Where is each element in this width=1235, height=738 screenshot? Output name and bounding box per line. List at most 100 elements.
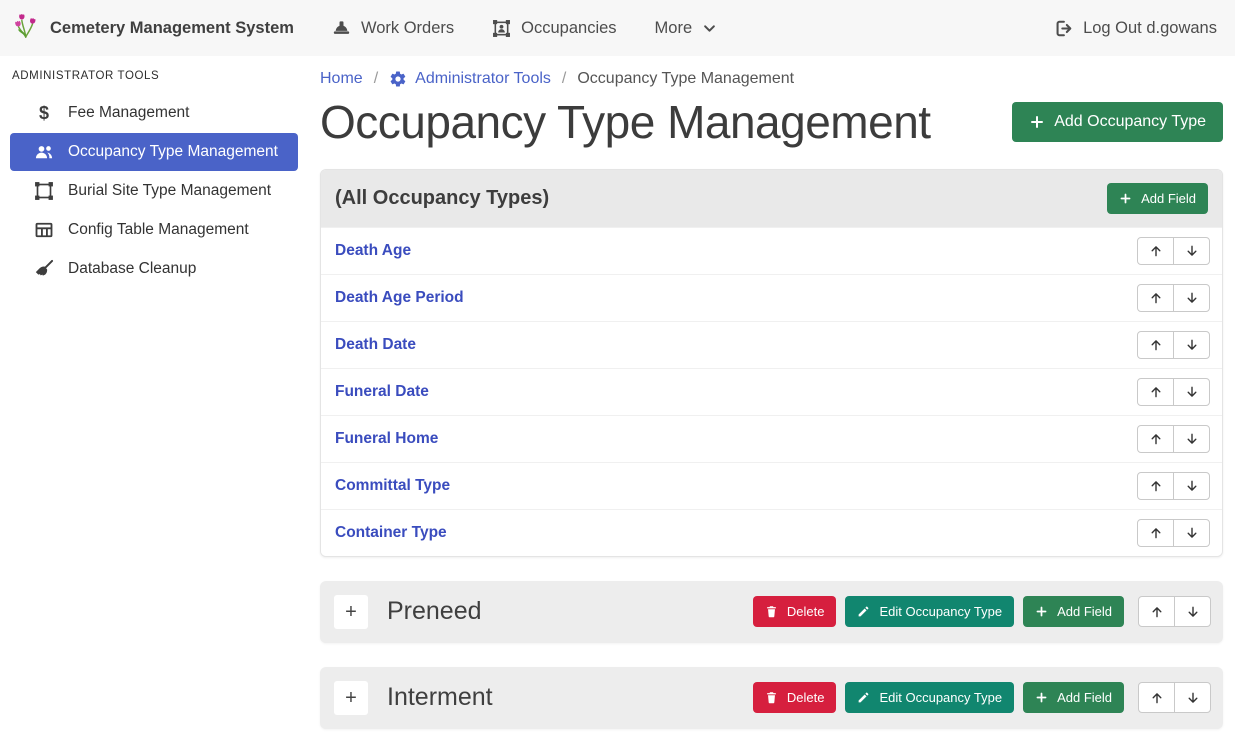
- sidebar-item-label: Fee Management: [68, 104, 190, 122]
- move-down-button[interactable]: [1173, 284, 1210, 312]
- nav-more[interactable]: More: [655, 19, 718, 38]
- expand-button[interactable]: +: [334, 681, 368, 715]
- page-title: Occupancy Type Management: [320, 97, 931, 148]
- sidebar-item-database-cleanup[interactable]: Database Cleanup: [10, 250, 298, 288]
- add-field-label: Add Field: [1057, 690, 1112, 705]
- move-up-button[interactable]: [1137, 331, 1174, 359]
- move-down-button[interactable]: [1173, 378, 1210, 406]
- move-down-button[interactable]: [1173, 237, 1210, 265]
- move-down-button[interactable]: [1173, 425, 1210, 453]
- move-up-button[interactable]: [1137, 378, 1174, 406]
- nav-occupancies[interactable]: Occupancies: [492, 19, 616, 38]
- broom-icon: [33, 259, 55, 279]
- reorder-controls: [1137, 331, 1210, 359]
- move-down-button[interactable]: [1174, 682, 1211, 713]
- occupancy-type-section-preneed: + Preneed Delete Edit Occupancy Type Add…: [320, 581, 1223, 643]
- reorder-controls: [1138, 682, 1211, 713]
- all-occupancy-types-card: (All Occupancy Types) Add Field Death Ag…: [320, 169, 1223, 557]
- reorder-controls: [1137, 472, 1210, 500]
- plot-frame-icon: [492, 19, 511, 38]
- delete-button[interactable]: Delete: [753, 682, 837, 713]
- edit-occupancy-type-button[interactable]: Edit Occupancy Type: [845, 596, 1014, 627]
- edit-occupancy-type-label: Edit Occupancy Type: [879, 604, 1002, 619]
- move-up-button[interactable]: [1137, 237, 1174, 265]
- delete-button[interactable]: Delete: [753, 596, 837, 627]
- field-row: Death Age Period: [321, 274, 1222, 321]
- brand[interactable]: Cemetery Management System: [14, 11, 294, 46]
- sidebar-item-config-table-management[interactable]: Config Table Management: [10, 211, 298, 249]
- breadcrumb-separator: /: [374, 70, 378, 88]
- plus-icon: [1029, 114, 1045, 130]
- sidebar-item-fee-management[interactable]: $ Fee Management: [10, 94, 298, 132]
- move-up-button[interactable]: [1138, 682, 1175, 713]
- field-link-funeral-date[interactable]: Funeral Date: [335, 383, 429, 401]
- move-up-button[interactable]: [1138, 596, 1175, 627]
- breadcrumb-current: Occupancy Type Management: [577, 70, 794, 88]
- reorder-controls: [1137, 237, 1210, 265]
- move-down-button[interactable]: [1173, 472, 1210, 500]
- nav-work-orders[interactable]: Work Orders: [332, 19, 454, 38]
- sidebar-item-label: Occupancy Type Management: [68, 143, 278, 161]
- field-link-container-type[interactable]: Container Type: [335, 524, 447, 542]
- add-field-label: Add Field: [1141, 191, 1196, 206]
- gear-icon: [389, 70, 407, 88]
- app-title: Cemetery Management System: [50, 19, 294, 38]
- plus-icon: [1035, 691, 1048, 704]
- trash-icon: [765, 691, 778, 704]
- field-row: Funeral Home: [321, 415, 1222, 462]
- field-row: Container Type: [321, 509, 1222, 556]
- reorder-controls: [1138, 596, 1211, 627]
- reorder-controls: [1137, 519, 1210, 547]
- reorder-controls: [1137, 284, 1210, 312]
- move-down-button[interactable]: [1173, 331, 1210, 359]
- add-field-label: Add Field: [1057, 604, 1112, 619]
- breadcrumb: Home / Administrator Tools / Occupancy T…: [320, 70, 1223, 88]
- breadcrumb-home-link[interactable]: Home: [320, 70, 363, 88]
- move-down-button[interactable]: [1173, 519, 1210, 547]
- top-navbar: Cemetery Management System Work Orders O…: [0, 0, 1235, 56]
- add-occupancy-type-button[interactable]: Add Occupancy Type: [1012, 102, 1223, 142]
- breadcrumb-separator: /: [562, 70, 566, 88]
- table-icon: [33, 220, 55, 240]
- field-link-funeral-home[interactable]: Funeral Home: [335, 430, 438, 448]
- sidebar-item-label: Database Cleanup: [68, 260, 196, 278]
- sidebar-item-burial-site-type-management[interactable]: Burial Site Type Management: [10, 172, 298, 210]
- all-occupancy-types-header: (All Occupancy Types) Add Field: [321, 170, 1222, 227]
- delete-label: Delete: [787, 690, 825, 705]
- sidebar-item-occupancy-type-management[interactable]: Occupancy Type Management: [10, 133, 298, 171]
- breadcrumb-admin-tools-label: Administrator Tools: [415, 70, 551, 88]
- field-link-committal-type[interactable]: Committal Type: [335, 477, 450, 495]
- move-down-button[interactable]: [1174, 596, 1211, 627]
- field-link-death-age-period[interactable]: Death Age Period: [335, 289, 464, 307]
- section-actions: Delete Edit Occupancy Type Add Field: [753, 596, 1211, 627]
- sign-out-icon: [1054, 19, 1073, 38]
- plus-icon: [1035, 605, 1048, 618]
- field-link-death-age[interactable]: Death Age: [335, 242, 411, 260]
- section-actions: Delete Edit Occupancy Type Add Field: [753, 682, 1211, 713]
- reorder-controls: [1137, 425, 1210, 453]
- field-link-death-date[interactable]: Death Date: [335, 336, 416, 354]
- nav-occupancies-label: Occupancies: [521, 19, 616, 38]
- hard-hat-icon: [332, 19, 351, 38]
- move-up-button[interactable]: [1137, 284, 1174, 312]
- sidebar: Administrator Tools $ Fee Management Occ…: [0, 56, 310, 289]
- add-field-button[interactable]: Add Field: [1107, 183, 1208, 214]
- move-up-button[interactable]: [1137, 519, 1174, 547]
- field-row: Death Age: [321, 227, 1222, 274]
- move-up-button[interactable]: [1137, 425, 1174, 453]
- pencil-icon: [857, 605, 870, 618]
- edit-occupancy-type-button[interactable]: Edit Occupancy Type: [845, 682, 1014, 713]
- move-up-button[interactable]: [1137, 472, 1174, 500]
- section-title: Interment: [387, 683, 753, 712]
- field-row: Committal Type: [321, 462, 1222, 509]
- field-row: Death Date: [321, 321, 1222, 368]
- breadcrumb-admin-tools-link[interactable]: Administrator Tools: [389, 70, 551, 88]
- logout-label: Log Out d.gowans: [1083, 19, 1217, 38]
- expand-button[interactable]: +: [334, 595, 368, 629]
- logout-button[interactable]: Log Out d.gowans: [1054, 19, 1217, 38]
- add-field-button[interactable]: Add Field: [1023, 596, 1124, 627]
- add-field-button[interactable]: Add Field: [1023, 682, 1124, 713]
- trash-icon: [765, 605, 778, 618]
- section-title: Preneed: [387, 597, 753, 626]
- reorder-controls: [1137, 378, 1210, 406]
